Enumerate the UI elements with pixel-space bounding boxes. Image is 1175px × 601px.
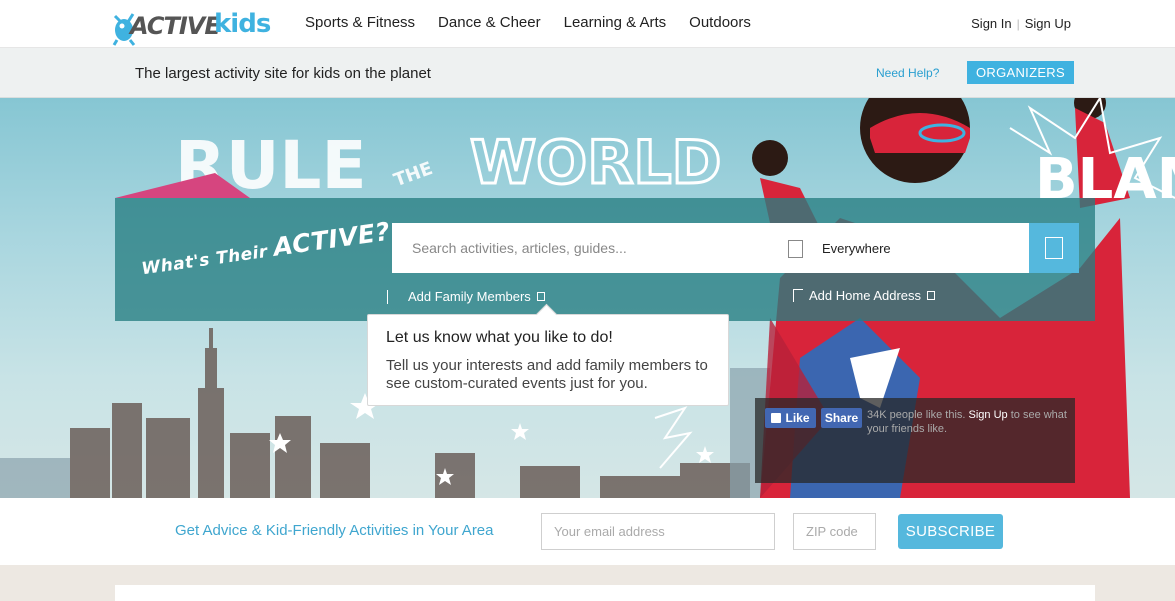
- search-input[interactable]: [392, 223, 782, 273]
- need-help-link[interactable]: Need Help?: [876, 66, 939, 80]
- add-home-address[interactable]: Add Home Address: [793, 288, 936, 303]
- add-home-label: Add Home Address: [809, 288, 922, 303]
- tagline-bar: The largest activity site for kids on th…: [0, 48, 1175, 98]
- auth-separator: |: [1016, 16, 1020, 31]
- hero-headline-the: THE: [391, 158, 435, 191]
- nav-outdoors[interactable]: Outdoors: [689, 14, 751, 31]
- facebook-social-text: 34K people like this. Sign Up to see wha…: [867, 408, 1072, 436]
- main-nav: Sports & Fitness Dance & Cheer Learning …: [305, 14, 774, 31]
- email-field[interactable]: [541, 513, 775, 550]
- interests-tooltip: Let us know what you like to do! Tell us…: [367, 314, 729, 406]
- search-box: Everywhere: [392, 223, 1029, 273]
- content-card: [115, 585, 1095, 601]
- nav-dance-cheer[interactable]: Dance & Cheer: [438, 14, 541, 31]
- newsletter-label: Get Advice & Kid-Friendly Activities in …: [175, 522, 494, 539]
- logo-active-text: ACTIVE: [130, 12, 221, 40]
- hero-headline-world: WORLD: [470, 128, 721, 198]
- sign-in-link[interactable]: Sign In: [971, 16, 1011, 31]
- subscribe-button[interactable]: SUBSCRIBE: [898, 514, 1003, 549]
- top-nav: ACTIVE kids Sports & Fitness Dance & Che…: [0, 0, 1175, 48]
- facebook-widget: Like Share 34K people like this. Sign Up…: [755, 398, 1075, 483]
- home-corner-icon: [793, 289, 803, 302]
- activekids-logo[interactable]: ACTIVE kids: [112, 8, 280, 48]
- search-icon: [1045, 237, 1063, 259]
- thumbs-up-icon: [771, 413, 782, 423]
- logo-kids-text: kids: [214, 9, 271, 39]
- facebook-share-button[interactable]: Share: [821, 408, 862, 428]
- add-family-members[interactable]: Add Family Members: [387, 289, 545, 304]
- brand-prefix: What's Their: [140, 241, 270, 280]
- tooltip-title: Let us know what you like to do!: [386, 329, 613, 346]
- search-button[interactable]: [1029, 223, 1079, 273]
- auth-links: Sign In | Sign Up: [971, 16, 1071, 31]
- fb-count-text: 34K people like this.: [867, 409, 966, 421]
- newsletter-bar: Get Advice & Kid-Friendly Activities in …: [0, 498, 1175, 565]
- nav-sports-fitness[interactable]: Sports & Fitness: [305, 14, 415, 31]
- nav-learning-arts[interactable]: Learning & Arts: [564, 14, 667, 31]
- zip-field[interactable]: [793, 513, 876, 550]
- whats-their-active-brand: What's Their ACTIVE?: [139, 217, 392, 281]
- fb-like-label: Like: [785, 411, 810, 425]
- tagline-text: The largest activity site for kids on th…: [135, 65, 431, 82]
- search-panel: What's Their ACTIVE? Everywhere Add Fami…: [115, 198, 1095, 321]
- content-background: [0, 565, 1175, 601]
- sign-up-link[interactable]: Sign Up: [1025, 16, 1071, 31]
- add-family-icon: [536, 292, 545, 301]
- add-family-label: Add Family Members: [408, 289, 531, 304]
- add-home-icon: [927, 291, 936, 300]
- tooltip-body: Tell us your interests and add family me…: [386, 357, 708, 392]
- brand-word: ACTIVE?: [271, 216, 393, 262]
- fb-signup-link[interactable]: Sign Up: [969, 409, 1008, 421]
- facebook-like-button[interactable]: Like: [765, 408, 816, 428]
- hero-banner: RULE THE WORLD BLAM What's Their ACTIVE?…: [0, 98, 1175, 498]
- divider-line: [387, 289, 388, 304]
- location-checkbox[interactable]: [788, 240, 803, 258]
- organizers-button[interactable]: ORGANIZERS: [967, 61, 1074, 84]
- location-label[interactable]: Everywhere: [822, 241, 891, 256]
